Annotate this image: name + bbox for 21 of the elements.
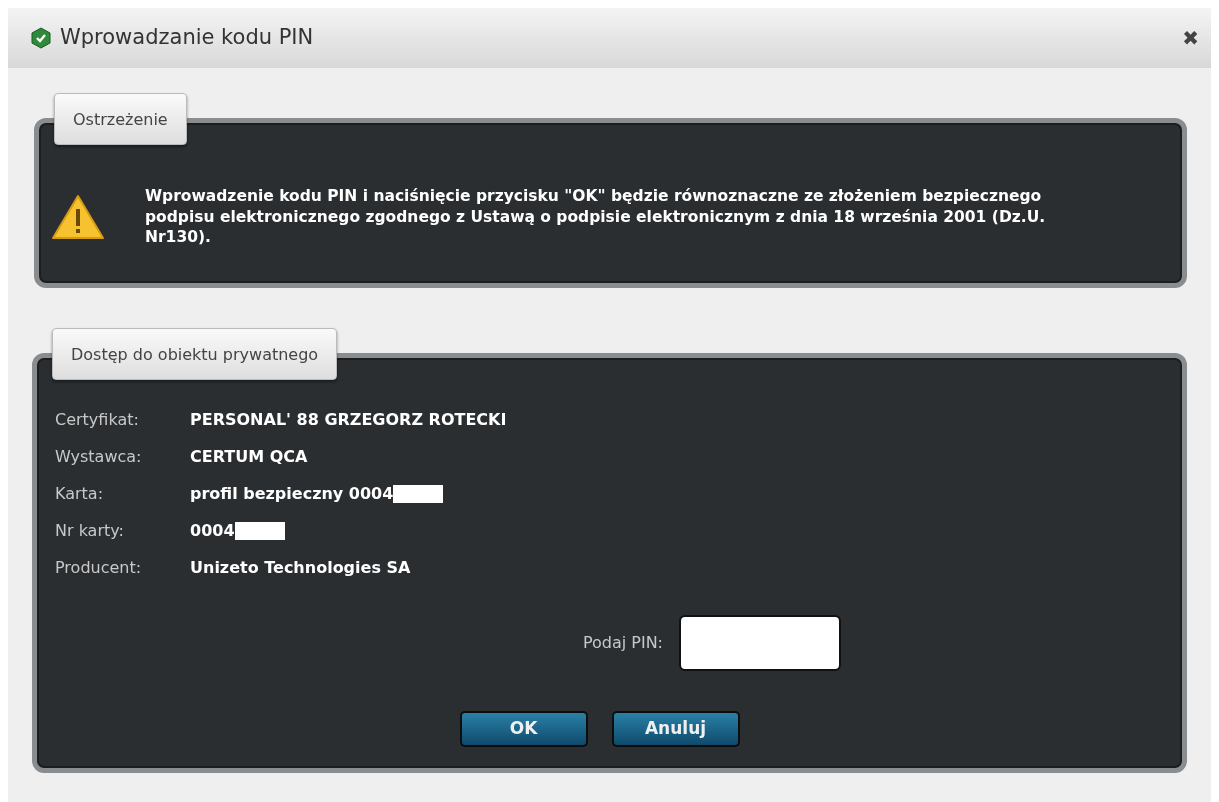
warning-message: Wprowadzenie kodu PIN i naciśnięcie przycisku "OK" będzie równoznaczne ze złożeniem bezpiecznego podpisu elektronicznego zgodnego z Ustawą o podpisie elektronicznym z dnia 18 września 2001 (Dz.U. Nr130).	[145, 185, 1047, 249]
shield-check-icon	[30, 27, 52, 49]
field-value: 0004	[190, 520, 235, 542]
field-label: Certyfikat:	[55, 409, 140, 431]
field-label: Nr karty:	[55, 520, 125, 542]
close-button[interactable]: ✖	[1182, 23, 1199, 53]
pin-label: Podaj PIN:	[581, 632, 663, 654]
field-value: Unizeto Technologies SA	[190, 557, 411, 579]
cancel-button[interactable]: Anuluj	[611, 711, 740, 747]
field-label: Producent:	[55, 557, 143, 579]
field-value: PERSONAL' 88 GRZEGORZ ROTECKI	[190, 409, 507, 431]
ok-button[interactable]: OK	[459, 711, 588, 747]
panel-legend: Ostrzeżenie	[54, 93, 187, 145]
field-label: Karta:	[55, 483, 105, 505]
field-value: CERTUM QCA	[190, 446, 308, 468]
pin-input-field[interactable]	[679, 615, 841, 671]
panel-legend: Dostęp do obiektu prywatnego	[52, 328, 338, 380]
window-title: Wprowadzanie kodu PIN	[60, 24, 315, 52]
field-value: profil bezpieczny 0004	[190, 483, 394, 505]
field-label: Wystawca:	[55, 446, 143, 468]
warning-icon	[51, 194, 105, 240]
